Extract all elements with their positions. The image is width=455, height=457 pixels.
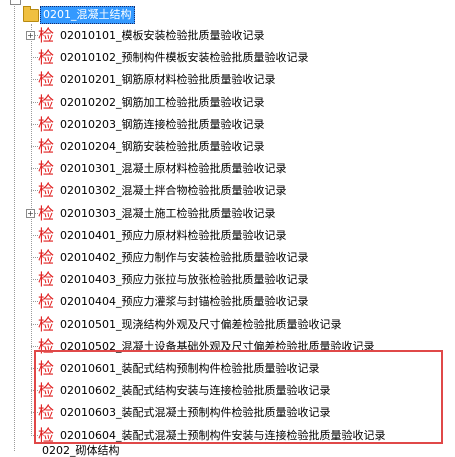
inspection-record-icon: 检	[38, 70, 55, 89]
annotation-highlight-box	[34, 350, 443, 444]
tree-connector	[31, 102, 38, 103]
tree-connector	[31, 235, 38, 236]
tree-connector	[31, 168, 38, 169]
folder-icon	[23, 6, 39, 22]
tree-connector	[31, 79, 38, 80]
tree-item-label: 02010202_钢筋加工检验批质量验收记录	[60, 96, 265, 109]
tree-item-label: 02010101_模板安装检验批质量验收记录	[60, 29, 265, 42]
tree-item-label: 02010401_预应力原材料检验批质量验收记录	[60, 229, 287, 242]
tree-node-next[interactable]: 0202_砌体结构	[42, 445, 120, 457]
tree-item-label: 02010204_钢筋安装检验批质量验收记录	[60, 140, 265, 153]
inspection-record-icon: 检	[38, 226, 55, 245]
inspection-record-icon: 检	[38, 315, 55, 334]
tree-item-label: 02010201_钢筋原材料检验批质量验收记录	[60, 73, 276, 86]
tree-item-label: 02010303_混凝土施工检验批质量验收记录	[60, 207, 276, 220]
expand-toggle-icon[interactable]: +	[26, 31, 35, 40]
tree-connector	[31, 190, 38, 191]
tree-item-label: 02010402_预应力制作与安装检验批质量验收记录	[60, 251, 309, 264]
tree-item-label: 02010403_预应力张拉与放张检验批质量验收记录	[60, 273, 309, 286]
tree-item-label: 02010404_预应力灌浆与封锚检验批质量验收记录	[60, 295, 309, 308]
inspection-record-icon: 检	[38, 204, 55, 223]
tree-guide-line-root	[14, 4, 15, 451]
tree-connector	[31, 57, 38, 58]
tree-connector	[31, 257, 38, 258]
inspection-record-icon: 检	[38, 26, 55, 45]
tree-guide-line-children	[31, 24, 32, 434]
tree-item-label: 02010203_钢筋连接检验批质量验收记录	[60, 118, 265, 131]
inspection-record-icon: 检	[38, 93, 55, 112]
inspection-record-icon: 检	[38, 270, 55, 289]
tree-item-label: 02010301_混凝土原材料检验批质量验收记录	[60, 162, 287, 175]
tree-item-label: 02010501_现浇结构外观及尺寸偏差检验批质量验收记录	[60, 318, 342, 331]
tree-connector	[31, 324, 38, 325]
tree-connector	[31, 301, 38, 302]
collapsed-node-icon[interactable]	[10, 0, 21, 5]
expand-toggle-icon[interactable]: +	[26, 209, 35, 218]
inspection-record-icon: 检	[38, 48, 55, 67]
tree-item-label: 02010302_混凝土拌合物检验批质量验收记录	[60, 184, 287, 197]
tree-item-label: 02010102_预制构件模板安装检验批质量验收记录	[60, 51, 309, 64]
tree-connector	[31, 346, 38, 347]
inspection-record-icon: 检	[38, 115, 55, 134]
inspection-record-icon: 检	[38, 248, 55, 267]
inspection-record-icon: 检	[38, 181, 55, 200]
inspection-record-icon: 检	[38, 159, 55, 178]
tree-connector	[31, 279, 38, 280]
tree-node-parent[interactable]: 0201_混凝土结构	[40, 6, 135, 24]
tree-connector	[31, 124, 38, 125]
inspection-record-icon: 检	[38, 137, 55, 156]
inspection-record-icon: 检	[38, 292, 55, 311]
tree-connector	[31, 146, 38, 147]
